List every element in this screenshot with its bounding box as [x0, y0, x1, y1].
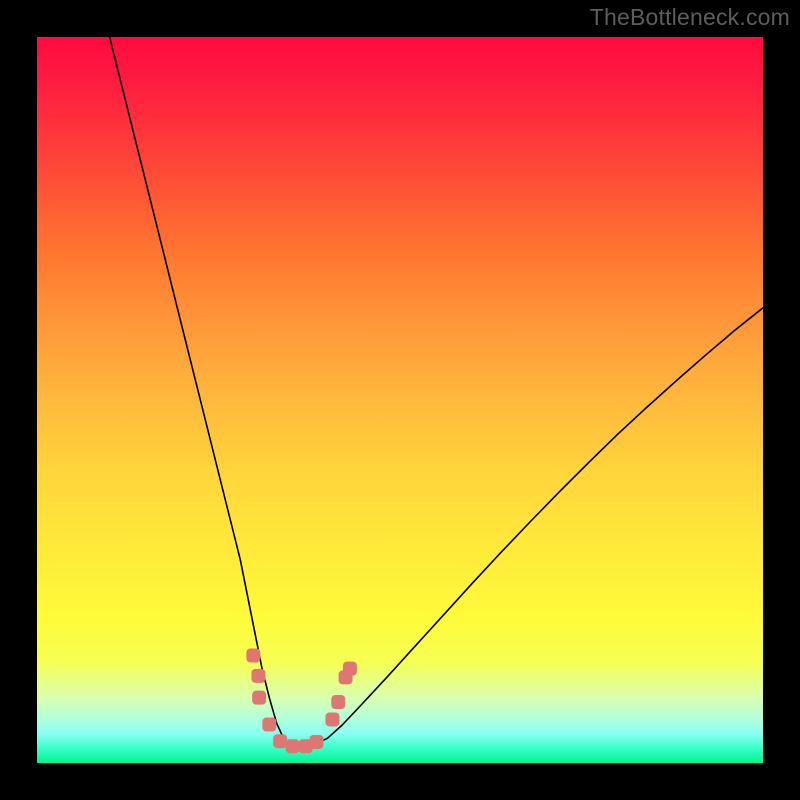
curve-marker — [343, 662, 357, 676]
chart-frame: TheBottleneck.com — [0, 0, 800, 800]
curve-marker — [310, 735, 324, 749]
marker-group — [246, 649, 357, 754]
curve-layer — [37, 37, 763, 763]
curve-marker — [331, 695, 345, 709]
curve-marker — [246, 649, 260, 663]
curve-marker — [325, 712, 339, 726]
plot-area — [37, 37, 763, 763]
curve-marker — [251, 669, 265, 683]
curve-marker — [273, 734, 287, 748]
bottleneck-curve — [110, 37, 763, 746]
curve-marker — [262, 718, 276, 732]
curve-marker — [286, 739, 300, 753]
curve-marker — [252, 691, 266, 705]
watermark-text: TheBottleneck.com — [590, 4, 790, 31]
